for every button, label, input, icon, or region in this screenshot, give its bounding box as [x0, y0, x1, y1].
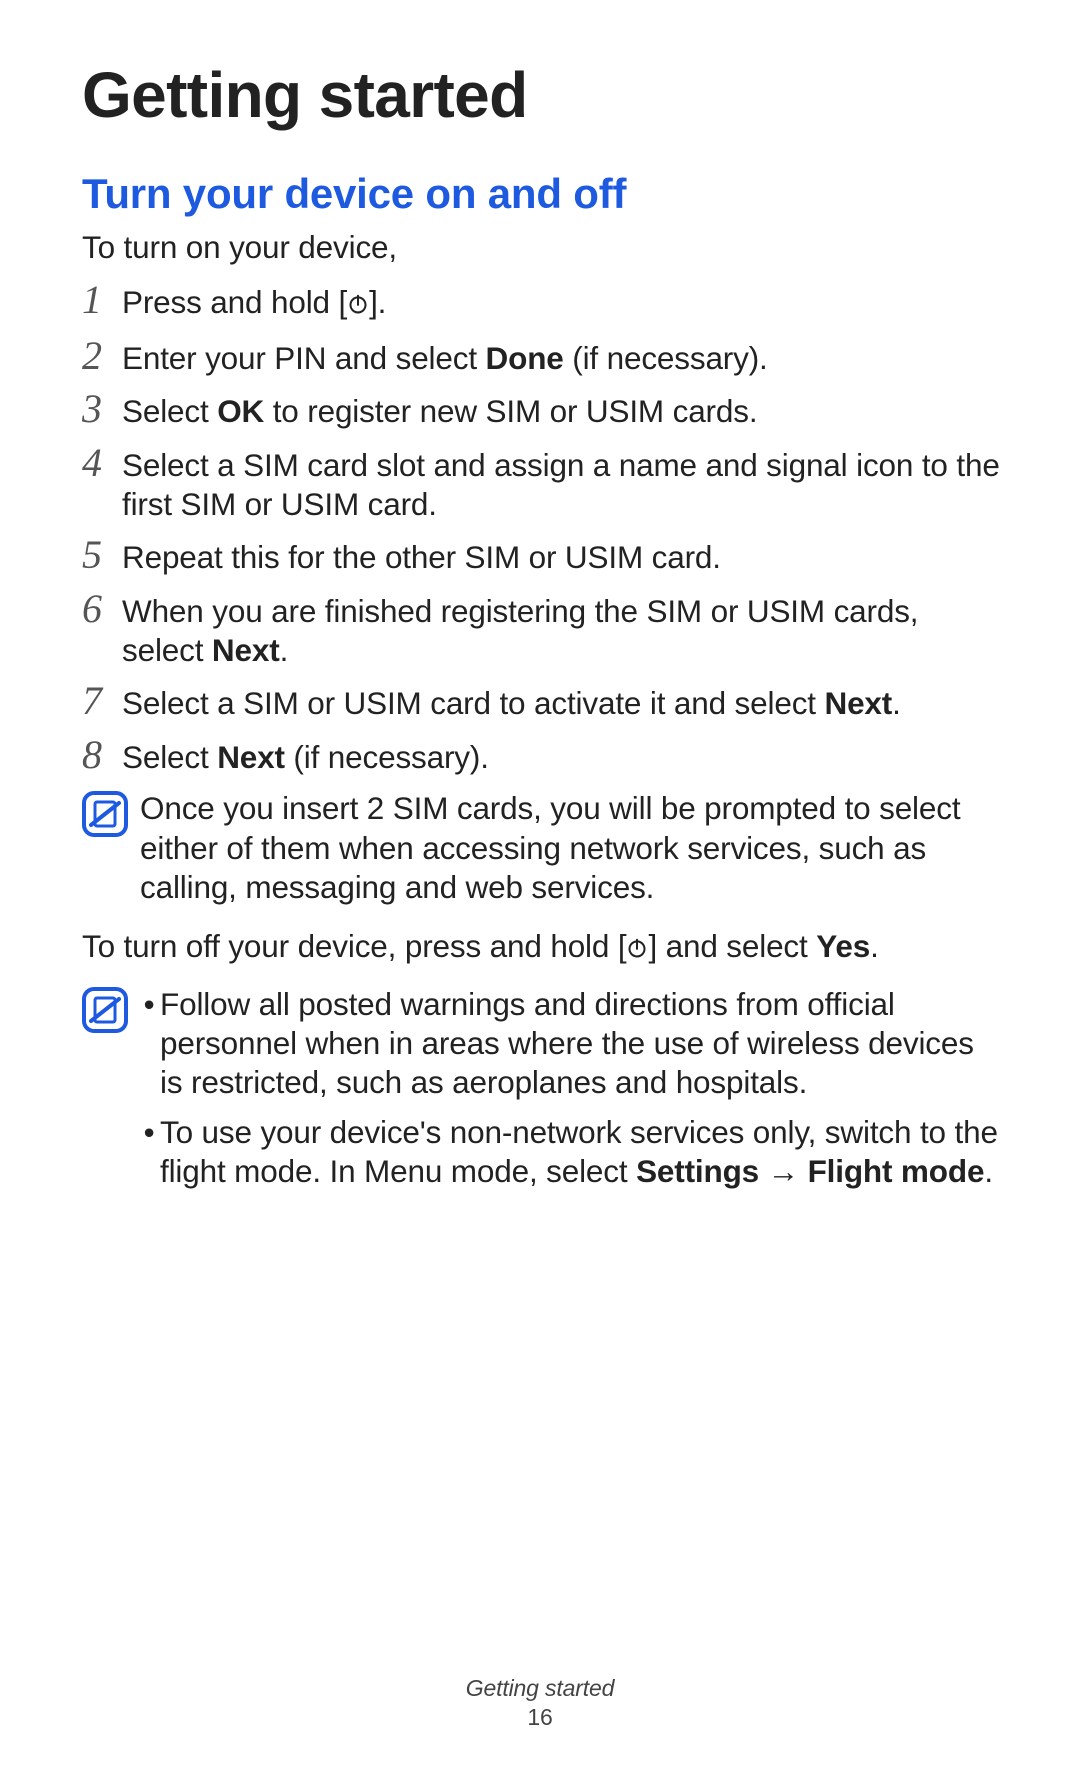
note-bullet-list: • Follow all posted warnings and directi… — [140, 985, 1000, 1192]
manual-page: Getting started Turn your device on and … — [0, 0, 1080, 1202]
power-icon — [626, 929, 648, 968]
step-text-prefix: Press and hold [ — [122, 284, 347, 320]
step-2: 2 Enter your PIN and select Done (if nec… — [82, 335, 1000, 378]
note-block-1: Once you insert 2 SIM cards, you will be… — [82, 787, 1000, 907]
power-icon — [347, 285, 369, 324]
bullet-text: To use your device's non-network service… — [158, 1113, 1000, 1192]
note-bullet: • To use your device's non-network servi… — [140, 1113, 1000, 1192]
footer-page-number: 16 — [0, 1704, 1080, 1731]
section-heading: Turn your device on and off — [82, 170, 1000, 218]
turn-off-prefix: To turn off your device, press and hold … — [82, 928, 626, 964]
step-text: Select OK to register new SIM or USIM ca… — [122, 388, 757, 431]
page-footer: Getting started 16 — [0, 1675, 1080, 1731]
note-icon — [82, 987, 130, 1033]
step-number: 5 — [82, 534, 122, 576]
step-number: 2 — [82, 335, 122, 377]
step-3: 3 Select OK to register new SIM or USIM … — [82, 388, 1000, 431]
note-text: Once you insert 2 SIM cards, you will be… — [130, 787, 1000, 907]
step-number: 7 — [82, 680, 122, 722]
step-text: Select a SIM or USIM card to activate it… — [122, 680, 901, 723]
note-block-2: • Follow all posted warnings and directi… — [82, 983, 1000, 1202]
step-number: 4 — [82, 442, 122, 484]
bullet-dot-icon: • — [140, 1113, 158, 1152]
step-6: 6 When you are finished registering the … — [82, 588, 1000, 671]
step-number: 3 — [82, 388, 122, 430]
step-number: 1 — [82, 279, 122, 321]
step-text: Select a SIM card slot and assign a name… — [122, 442, 1000, 525]
step-4: 4 Select a SIM card slot and assign a na… — [82, 442, 1000, 525]
steps-list: 1 Press and hold []. 2 Enter your PIN an… — [82, 279, 1000, 777]
step-text: Select Next (if necessary). — [122, 734, 489, 777]
step-7: 7 Select a SIM or USIM card to activate … — [82, 680, 1000, 723]
step-text: Enter your PIN and select Done (if neces… — [122, 335, 768, 378]
footer-section-name: Getting started — [0, 1675, 1080, 1702]
turn-off-suffix: ] and select Yes. — [648, 928, 878, 964]
note-bullet: • Follow all posted warnings and directi… — [140, 985, 1000, 1103]
bullet-text: Follow all posted warnings and direction… — [158, 985, 1000, 1103]
step-5: 5 Repeat this for the other SIM or USIM … — [82, 534, 1000, 577]
step-1: 1 Press and hold []. — [82, 279, 1000, 324]
step-8: 8 Select Next (if necessary). — [82, 734, 1000, 777]
step-number: 8 — [82, 734, 122, 776]
intro-text: To turn on your device, — [82, 228, 1000, 267]
note-body: • Follow all posted warnings and directi… — [130, 983, 1000, 1202]
note-icon — [82, 791, 130, 837]
bullet-dot-icon: • — [140, 985, 158, 1024]
step-text-suffix: ]. — [369, 284, 386, 320]
step-number: 6 — [82, 588, 122, 630]
step-text: Press and hold []. — [122, 279, 386, 324]
step-text: When you are finished registering the SI… — [122, 588, 1000, 671]
step-text: Repeat this for the other SIM or USIM ca… — [122, 534, 721, 577]
page-title: Getting started — [82, 58, 1000, 132]
turn-off-text: To turn off your device, press and hold … — [82, 927, 1000, 968]
